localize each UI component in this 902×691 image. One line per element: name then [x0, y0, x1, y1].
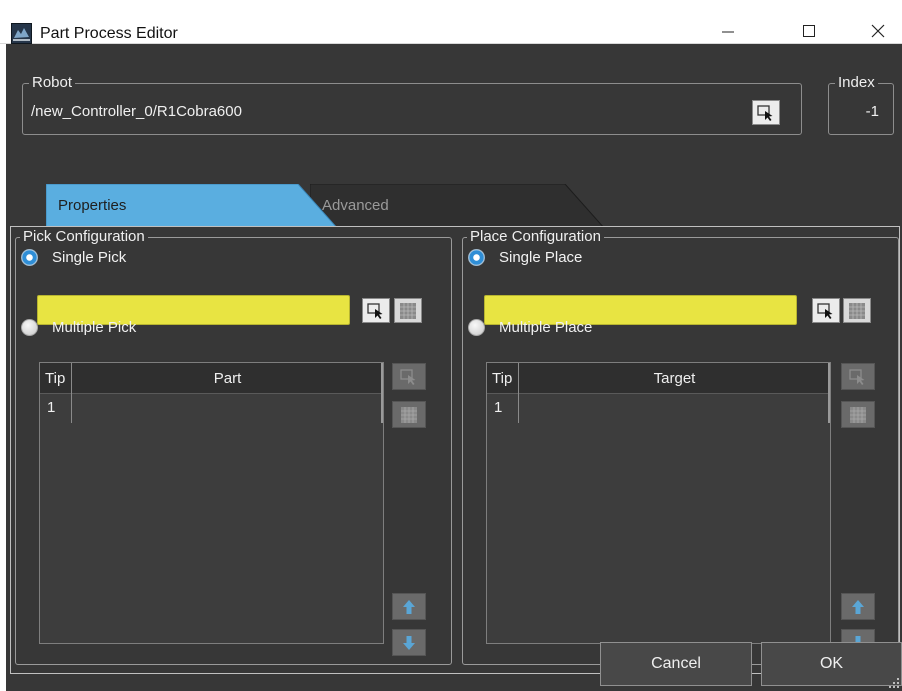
editor-panel: Robot /new_Controller_0/R1Cobra600 Index… [6, 44, 902, 691]
row-tip: 1 [494, 399, 503, 416]
robot-select-button[interactable] [752, 100, 780, 125]
single-pick-label: Single Pick [52, 249, 127, 266]
place-select-button[interactable] [812, 298, 840, 323]
multiple-place-radio[interactable]: Multiple Place [468, 319, 592, 336]
place-list-header: Tip Target [487, 363, 830, 394]
pick-list-grid-button[interactable] [392, 401, 426, 428]
pick-list-table[interactable]: Tip Part 1 [39, 362, 384, 644]
pick-legend: Pick Configuration [20, 228, 148, 246]
pick-list-select-button[interactable] [392, 363, 426, 390]
select-arrow-icon [757, 104, 773, 121]
radio-selected-icon [21, 249, 38, 266]
select-arrow-icon [849, 368, 865, 385]
grid-icon [850, 406, 866, 423]
table-row[interactable]: 1 [487, 394, 830, 422]
place-grid-button[interactable] [843, 298, 871, 323]
tab-properties-label: Properties [58, 197, 127, 214]
column-part: Part [213, 370, 242, 387]
single-place-label: Single Place [499, 249, 583, 266]
ok-button[interactable]: OK [761, 642, 902, 686]
robot-group: Robot /new_Controller_0/R1Cobra600 [22, 74, 802, 135]
tab-strip: Advanced Properties [20, 184, 900, 229]
pick-select-button[interactable] [362, 298, 390, 323]
cancel-button[interactable]: Cancel [600, 642, 752, 686]
robot-legend: Robot [29, 74, 76, 92]
radio-unselected-icon [468, 319, 485, 336]
window-title: Part Process Editor [40, 25, 178, 42]
maximize-icon [803, 25, 815, 37]
radio-selected-icon [468, 249, 485, 266]
maximize-button[interactable] [789, 18, 829, 44]
pick-move-down-button[interactable] [392, 629, 426, 656]
multiple-pick-label: Multiple Pick [52, 319, 137, 336]
place-list-grid-button[interactable] [841, 401, 875, 428]
row-tip: 1 [47, 399, 56, 416]
single-place-radio[interactable]: Single Place [468, 249, 582, 266]
pick-list-header: Tip Part [40, 363, 383, 394]
close-button[interactable] [858, 18, 898, 44]
tab-content: Pick Configuration Single Pick Multiple … [10, 226, 900, 674]
single-pick-radio[interactable]: Single Pick [21, 249, 126, 266]
minimize-button[interactable] [708, 18, 748, 44]
arrow-up-icon [852, 599, 864, 614]
arrow-down-icon [403, 635, 415, 650]
arrow-up-icon [403, 599, 415, 614]
place-configuration-group: Place Configuration Single Place Multipl… [462, 228, 899, 665]
index-value: -1 [865, 103, 879, 120]
column-target: Target [653, 370, 696, 387]
tab-advanced[interactable]: Advanced [310, 184, 610, 229]
resize-grip-icon[interactable] [888, 677, 900, 689]
select-arrow-icon [367, 302, 383, 319]
grid-icon [849, 302, 865, 319]
column-tip: Tip [45, 370, 66, 387]
multiple-place-label: Multiple Place [499, 319, 593, 336]
tab-properties[interactable]: Properties [46, 184, 346, 229]
place-move-up-button[interactable] [841, 593, 875, 620]
place-legend: Place Configuration [467, 228, 604, 246]
pick-configuration-group: Pick Configuration Single Pick Multiple … [15, 228, 452, 665]
multiple-pick-radio[interactable]: Multiple Pick [21, 319, 136, 336]
table-row[interactable]: 1 [40, 394, 383, 422]
place-list-select-button[interactable] [841, 363, 875, 390]
select-arrow-icon [400, 368, 416, 385]
select-arrow-icon [817, 302, 833, 319]
robot-path: /new_Controller_0/R1Cobra600 [31, 103, 242, 120]
close-icon [871, 24, 885, 38]
minimize-icon [722, 31, 734, 33]
pick-grid-button[interactable] [394, 298, 422, 323]
pick-move-up-button[interactable] [392, 593, 426, 620]
index-legend: Index [835, 74, 878, 92]
app-icon [11, 23, 32, 44]
title-bar: Part Process Editor [0, 0, 902, 44]
grid-icon [401, 406, 417, 423]
radio-unselected-icon [21, 319, 38, 336]
place-list-table[interactable]: Tip Target 1 [486, 362, 831, 644]
column-tip: Tip [492, 370, 513, 387]
grid-icon [400, 302, 416, 319]
index-group: Index -1 [828, 74, 894, 135]
